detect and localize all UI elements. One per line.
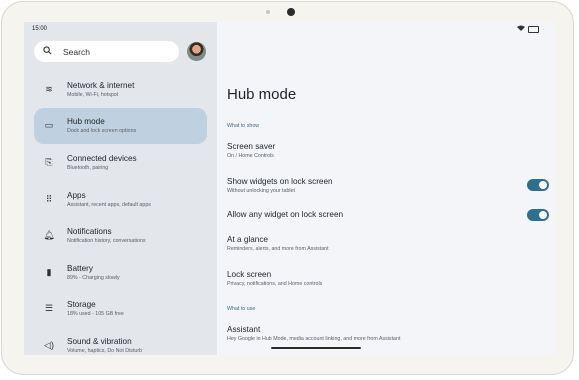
- section-what-to-use: What to use: [227, 306, 256, 312]
- sidebar-item-sublabel: Dock and lock screen options: [67, 128, 137, 135]
- setting-sublabel: Hey Google in Hub Mode, media account li…: [227, 336, 401, 342]
- search-bar[interactable]: Search: [34, 41, 179, 62]
- sidebar-item-hub-mode[interactable]: ▭ Hub mode Dock and lock screen options: [34, 107, 207, 145]
- sidebar-item-sublabel: 18% used - 105 GB free: [67, 311, 124, 318]
- sidebar: 15:00 Search ≋ Network & internet Mobile,…: [24, 22, 217, 355]
- setting-label: Lock screen: [227, 270, 272, 279]
- avatar[interactable]: [187, 42, 206, 61]
- storage-icon: ☰: [44, 303, 54, 314]
- sidebar-item-label: Storage: [67, 300, 96, 310]
- search-placeholder: Search: [63, 46, 90, 57]
- sidebar-item-sublabel: Assistant, recent apps, default apps: [67, 201, 151, 208]
- setting-widgets-lock-screen[interactable]: Show widgets on lock screen Without unlo…: [227, 177, 547, 194]
- setting-screen-saver[interactable]: Screen saver On / Home Controls: [227, 142, 547, 159]
- setting-label: Show widgets on lock screen: [227, 177, 333, 186]
- setting-label: Assistant: [227, 325, 261, 334]
- sidebar-item-label: Apps: [67, 190, 86, 200]
- sidebar-item-label: Network & internet: [67, 80, 135, 90]
- sidebar-item-connected-devices[interactable]: ⎘ Connected devices Bluetooth, pairing: [34, 144, 207, 181]
- sound-icon: ◁): [44, 339, 54, 350]
- gesture-handle[interactable]: [271, 347, 361, 349]
- page-title: Hub mode: [227, 86, 297, 103]
- sidebar-item-storage[interactable]: ☰ Storage 18% used - 105 GB free: [34, 291, 207, 328]
- sidebar-item-battery[interactable]: ▮ Battery 89% - Charging slowly: [34, 254, 207, 291]
- search-icon: [43, 46, 53, 57]
- setting-assistant[interactable]: Assistant Hey Google in Hub Mode, media …: [227, 325, 547, 342]
- setting-sublabel: Privacy, notifications, and Home control…: [227, 281, 323, 287]
- devices-icon: ⎘: [45, 156, 53, 167]
- sensor-dot: [266, 10, 270, 14]
- setting-any-widget-lock-screen[interactable]: Allow any widget on lock screen: [227, 210, 547, 219]
- settings-nav: ≋ Network & internet Mobile, Wi-Fi, hotsp…: [24, 71, 217, 355]
- sidebar-item-sublabel: 89% - Charging slowly: [67, 274, 120, 281]
- wifi-icon: ≋: [45, 83, 53, 94]
- setting-sublabel: Without unlocking your tablet: [227, 188, 296, 194]
- sidebar-item-apps[interactable]: ⠿ Apps Assistant, recent apps, default ap…: [34, 181, 207, 218]
- sidebar-item-sublabel: Bluetooth, pairing: [67, 164, 109, 171]
- setting-lock-screen[interactable]: Lock screen Privacy, notifications, and …: [227, 270, 547, 287]
- sidebar-item-sublabel: Volume, haptics, Do Not Disturb: [67, 347, 143, 354]
- sidebar-item-sound[interactable]: ◁) Sound & vibration Volume, haptics, Do …: [34, 327, 207, 355]
- status-icons: [517, 25, 539, 33]
- toggle-knob: [539, 211, 547, 219]
- sidebar-item-label: Battery: [67, 263, 93, 273]
- wifi-status-icon: [517, 25, 525, 33]
- sidebar-item-label: Sound & vibration: [67, 336, 132, 346]
- apps-icon: ⠿: [45, 193, 53, 204]
- setting-at-a-glance[interactable]: At a glance Reminders, alerts, and more …: [227, 235, 547, 252]
- camera: [287, 8, 295, 16]
- sidebar-item-label: Hub mode: [67, 117, 105, 127]
- toggle-knob: [539, 181, 547, 189]
- bell-icon: 🔔︎: [43, 230, 55, 241]
- battery-icon: ▮: [46, 266, 52, 277]
- setting-label: Screen saver: [227, 142, 276, 151]
- battery-status-icon: [528, 25, 539, 33]
- section-what-to-show: What to show: [227, 123, 260, 129]
- sidebar-item-notifications[interactable]: 🔔︎ Notifications Notification history, co…: [34, 217, 207, 254]
- sidebar-item-network[interactable]: ≋ Network & internet Mobile, Wi-Fi, hotsp…: [34, 71, 207, 108]
- screen: 15:00 Search ≋ Network & internet Mobile,…: [24, 22, 555, 355]
- setting-label: At a glance: [227, 235, 268, 244]
- sidebar-item-sublabel: Notification history, conversations: [67, 238, 146, 245]
- any-widget-toggle[interactable]: [527, 209, 549, 221]
- setting-sublabel: On / Home Controls: [227, 153, 274, 159]
- sidebar-item-sublabel: Mobile, Wi-Fi, hotspot: [67, 91, 119, 98]
- hub-icon: ▭: [44, 120, 54, 131]
- main-panel: Hub mode What to show Screen saver On / …: [217, 22, 555, 355]
- setting-label: Allow any widget on lock screen: [227, 210, 344, 219]
- sidebar-item-label: Connected devices: [67, 153, 137, 163]
- setting-sublabel: Reminders, alerts, and more from Assista…: [227, 246, 329, 252]
- sidebar-item-label: Notifications: [67, 227, 112, 237]
- status-time: 15:00: [32, 26, 48, 32]
- widgets-lock-toggle[interactable]: [527, 179, 549, 191]
